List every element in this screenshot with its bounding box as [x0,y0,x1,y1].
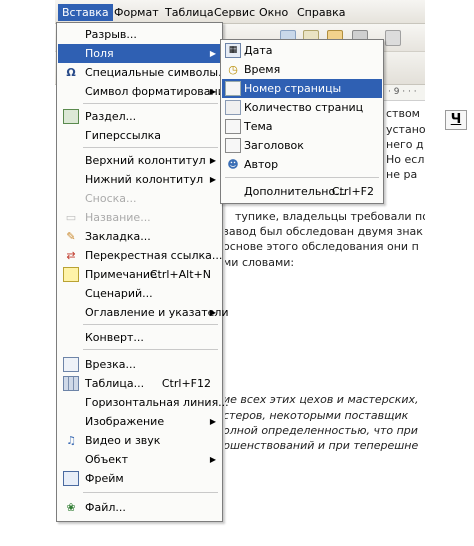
menu-item-indexes-tables[interactable]: Оглавление и указатели ▶ [58,303,229,322]
menu-item-subject[interactable]: Тема [222,117,382,136]
redo-icon[interactable] [385,30,401,46]
document-line: устано [386,123,425,136]
menu-format[interactable]: Формат [110,4,163,21]
menu-item-hyperlink[interactable]: Гиперссылка [58,126,221,145]
frame-icon [63,357,79,372]
menu-item-script[interactable]: Сценарий... [58,284,221,303]
document-line: основе этого обследования они п [225,240,419,253]
menu-item-movie-and-sound[interactable]: ♫ Видео и звук [58,431,221,450]
cross-reference-icon: ⇄ [66,249,76,262]
document-line: Но есл [386,153,425,166]
menu-window[interactable]: Окно [255,4,292,21]
page-count-icon [225,100,241,115]
menu-bar: Вставка Формат Таблица Сервис Окно Справ… [55,0,425,24]
page-number-icon [225,81,241,96]
menu-separator [83,324,218,325]
menu-item-floating-frame[interactable]: Фрейм [58,469,221,488]
document-line: него д [386,138,424,151]
section-icon [63,109,79,124]
menu-separator [83,349,218,350]
bookmark-icon: ✎ [66,230,76,243]
menu-item-formatting-mark[interactable]: Символ форматирования ▶ [58,82,231,101]
menu-item-date[interactable]: ▦ Дата [222,41,382,60]
menu-separator [83,147,218,148]
document-line: завод был обследован двумя знак [225,225,423,238]
menu-item-header[interactable]: Верхний колонтитул ▶ [58,151,221,170]
menu-item-file[interactable]: ❀ Файл... [58,498,221,517]
document-line: не ра [386,168,418,181]
menu-item-fields[interactable]: Поля ▶ [58,44,221,63]
menu-item-bookmark[interactable]: ✎ Закладка... [58,227,221,246]
fields-submenu: ▦ Дата ◷ Время Номер страницы Количество… [220,39,384,204]
application-window: Вставка Формат Таблица Сервис Окно Справ… [0,0,474,546]
menu-item-horizontal-line[interactable]: Горизонтальная линия... [58,393,229,412]
media-icon: ♫ [66,434,76,447]
menu-item-cross-reference[interactable]: ⇄ Перекрестная ссылка... [58,246,222,265]
menu-item-object[interactable]: Объект ▶ [58,450,221,469]
menu-item-special-character[interactable]: Ω Специальные символы... [58,63,228,82]
submenu-arrow-icon: ▶ [209,175,216,184]
title-icon [225,138,241,153]
menu-item-table[interactable]: Таблица... Ctrl+F12 [58,374,221,393]
menu-item-page-count[interactable]: Количество страниц [222,98,382,117]
note-icon [63,267,79,282]
document-line: ми словами: [225,256,295,269]
menu-separator [83,492,218,493]
menu-item-title[interactable]: Заголовок [222,136,382,155]
document-line: ие всех этих цехов и мастерских, [225,393,419,406]
menu-tools[interactable]: Сервис [210,4,259,21]
submenu-arrow-icon: ▶ [209,87,216,96]
ruler-markings: · 9 · · · [388,87,417,97]
caption-icon: ▭ [65,211,77,224]
menu-item-break[interactable]: Разрыв... [58,25,221,44]
menu-item-time[interactable]: ◷ Время [222,60,382,79]
document-line: ршенствований и при теперешне [225,439,419,452]
subject-icon [225,119,241,134]
author-icon: ☻ [227,158,239,171]
clock-icon: ◷ [228,63,238,76]
menu-item-footer[interactable]: Нижний колонтитул ▶ [58,170,221,189]
underline-button[interactable]: Ч [445,110,467,130]
date-icon: ▦ [225,43,241,58]
menu-item-more-fields[interactable]: Дополнительно... Ctrl+F2 [222,182,382,201]
document-line: олной определенностью, что при [225,424,418,437]
menu-insert[interactable]: Вставка [58,4,113,21]
submenu-arrow-icon: ▶ [209,455,216,464]
omega-icon: Ω [66,66,76,79]
floating-frame-icon [63,471,79,486]
document-line: ством [386,107,420,120]
menu-item-envelope[interactable]: Конверт... [58,328,221,347]
document-line: тупике, владельцы требовали пов [235,210,425,223]
submenu-arrow-icon: ▶ [209,417,216,426]
submenu-arrow-icon: ▶ [209,156,216,165]
insert-menu: Разрыв... Поля ▶ Ω Специальные символы..… [56,22,231,522]
table-icon [63,376,79,391]
document-line: стеров, некоторыми поставщик [225,409,409,422]
menu-item-caption: ▭ Название... [58,208,221,227]
submenu-arrow-icon: ▶ [209,49,216,58]
submenu-arrow-icon: ▶ [209,308,216,317]
menu-item-comment[interactable]: Примечание Ctrl+Alt+N [58,265,221,284]
menu-item-page-number[interactable]: Номер страницы [222,79,382,98]
menu-item-picture[interactable]: Изображение ▶ [58,412,221,431]
menu-item-section[interactable]: Раздел... [58,107,221,126]
menu-item-author[interactable]: ☻ Автор [222,155,382,174]
menu-separator [83,103,218,104]
file-icon: ❀ [66,501,76,514]
menu-help[interactable]: Справка [293,4,349,21]
menu-item-footnote: Сноска... [85,192,137,205]
menu-item-frame[interactable]: Врезка... [58,355,221,374]
menu-separator [225,177,379,178]
